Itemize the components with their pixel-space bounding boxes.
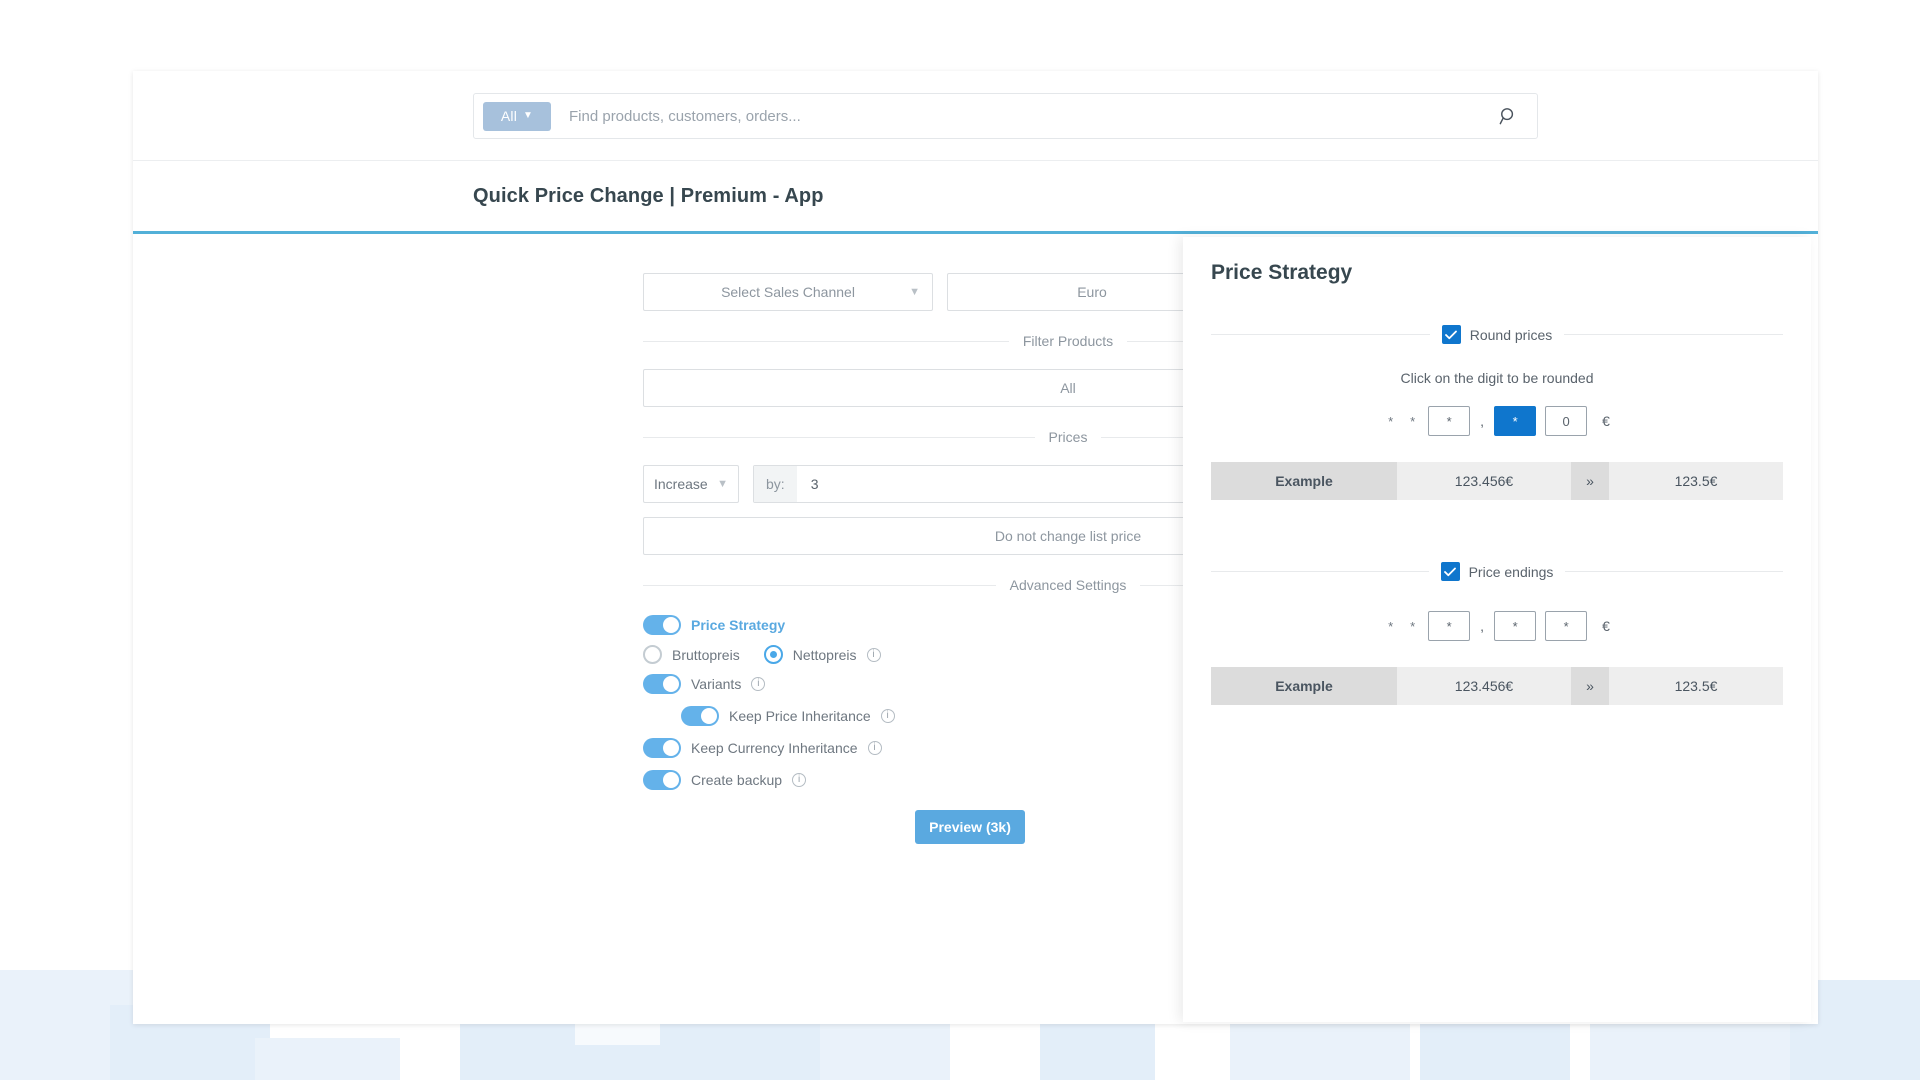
info-icon[interactable]: i	[880, 709, 895, 723]
search-submit-button[interactable]	[1479, 94, 1537, 138]
decimal-separator: ,	[1480, 618, 1485, 634]
page-title: Quick Price Change | Premium - App	[473, 185, 824, 207]
list-price-label: Do not change list price	[994, 528, 1142, 544]
info-icon[interactable]: i	[867, 741, 882, 755]
round-digit-row: * * * , * 0 €	[1211, 406, 1783, 436]
example-label: Example	[1211, 462, 1397, 500]
round-example-row: Example 123.456€ » 123.5€	[1211, 462, 1783, 500]
example-to-value: 123.5€	[1609, 462, 1783, 500]
keep-price-inheritance-toggle[interactable]	[681, 706, 719, 726]
price-endings-label: Price endings	[1468, 563, 1554, 580]
preview-button[interactable]: Preview (3k)	[915, 810, 1025, 844]
info-icon[interactable]: i	[792, 773, 807, 787]
create-backup-label: Create backup	[691, 772, 783, 788]
currency-symbol: €	[1602, 618, 1610, 634]
example-from-value: 123.456€	[1397, 667, 1571, 705]
keep-currency-inheritance-toggle[interactable]	[643, 738, 681, 758]
search-input[interactable]	[569, 107, 1479, 125]
round-prices-hint: Click on the digit to be rounded	[1400, 370, 1594, 386]
arrow-right-icon: »	[1571, 667, 1609, 705]
price-endings-header: Price endings	[1211, 562, 1783, 581]
price-strategy-toggle[interactable]	[643, 615, 681, 635]
round-digit-box-1[interactable]: *	[1428, 406, 1471, 436]
example-to-value: 123.5€	[1609, 667, 1783, 705]
info-icon[interactable]: i	[866, 647, 881, 662]
panel-title: Price Strategy	[1211, 261, 1353, 284]
divider-label: Filter Products	[1022, 333, 1114, 349]
arrow-right-icon: »	[1571, 462, 1609, 500]
digit-placeholder-1: *	[1388, 413, 1394, 429]
search-scope-label: All	[500, 108, 518, 124]
endings-digit-box-2[interactable]: *	[1494, 611, 1537, 641]
price-strategy-label: Price Strategy	[691, 617, 786, 633]
keep-price-inheritance-label: Keep Price Inheritance	[729, 708, 871, 724]
endings-example-row: Example 123.456€ » 123.5€	[1211, 667, 1783, 705]
example-from-value: 123.456€	[1397, 462, 1571, 500]
currency-symbol: €	[1602, 413, 1610, 429]
digit-placeholder-1: *	[1388, 618, 1394, 634]
search-icon	[1499, 107, 1513, 124]
currency-label: Euro	[1077, 284, 1107, 300]
round-digit-box-2[interactable]: *	[1494, 406, 1537, 436]
search-scope-dropdown[interactable]: All ▼	[483, 101, 551, 131]
divider-label: Advanced Settings	[1009, 577, 1127, 593]
chevron-down-icon: ▼	[717, 478, 728, 490]
page-header: Quick Price Change | Premium - App	[133, 161, 1818, 234]
price-direction-select[interactable]: Increase ▼	[643, 465, 739, 503]
product-filter-label: All	[1060, 380, 1076, 396]
create-backup-toggle[interactable]	[643, 770, 681, 790]
digit-placeholder-2: *	[1410, 413, 1416, 429]
global-search-bar: All ▼	[133, 71, 1818, 161]
sales-channel-label: Select Sales Channel	[721, 284, 855, 300]
chevron-down-icon: ▼	[909, 286, 920, 298]
round-prices-section: Round prices Click on the digit to be ro…	[1211, 325, 1783, 500]
digit-placeholder-2: *	[1410, 618, 1416, 634]
bruttopreis-label: Bruttopreis	[672, 646, 740, 663]
keep-currency-inheritance-label: Keep Currency Inheritance	[691, 740, 858, 756]
price-strategy-panel: Price Strategy Round prices Click on the…	[1183, 237, 1811, 1022]
decimal-separator: ,	[1480, 413, 1485, 429]
variants-toggle[interactable]	[643, 674, 681, 694]
sales-channel-select[interactable]: Select Sales Channel ▼	[643, 273, 933, 311]
endings-digit-box-3[interactable]: *	[1545, 611, 1588, 641]
nettopreis-radio[interactable]	[763, 645, 783, 664]
round-digit-box-3[interactable]: 0	[1545, 406, 1588, 436]
chevron-down-icon: ▼	[523, 110, 534, 121]
variants-label: Variants	[691, 676, 742, 692]
search-field-wrapper[interactable]: All ▼	[473, 93, 1538, 139]
example-label: Example	[1211, 667, 1397, 705]
check-icon	[1444, 567, 1456, 576]
divider-label: Prices	[1048, 429, 1088, 445]
bruttopreis-radio[interactable]	[643, 645, 662, 664]
check-icon	[1445, 330, 1458, 339]
round-prices-checkbox[interactable]	[1441, 325, 1461, 344]
endings-digit-box-1[interactable]: *	[1428, 611, 1471, 641]
nettopreis-label: Nettopreis	[792, 646, 857, 663]
by-prefix-label: by:	[754, 466, 797, 502]
info-icon[interactable]: i	[751, 677, 766, 691]
price-amount-value: 3	[810, 476, 819, 492]
round-prices-label: Round prices	[1469, 326, 1553, 343]
price-endings-section: Price endings * * * , * * € Example 123.…	[1211, 562, 1783, 705]
price-direction-label: Increase	[654, 476, 708, 492]
round-prices-header: Round prices	[1211, 325, 1783, 344]
endings-digit-row: * * * , * * €	[1211, 611, 1783, 641]
price-endings-checkbox[interactable]	[1440, 562, 1460, 581]
